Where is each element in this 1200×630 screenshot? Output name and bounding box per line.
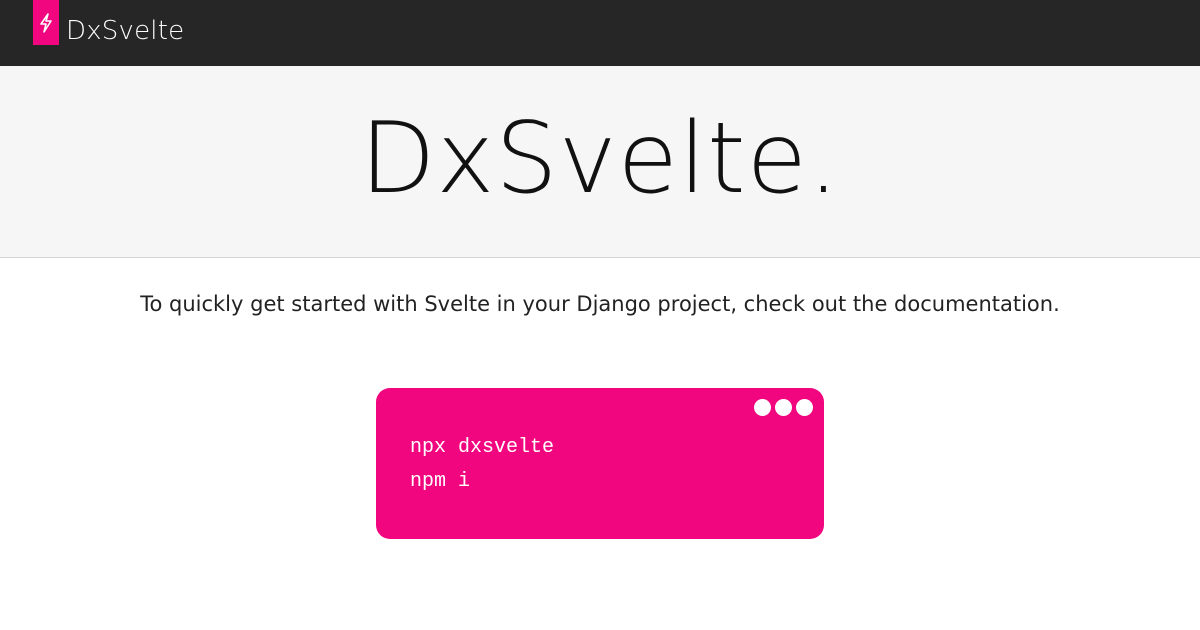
hero-banner: DxSvelte. [0,66,1200,258]
window-dot-icon [754,399,771,416]
window-controls [754,399,813,416]
intro-text: To quickly get started with Svelte in yo… [140,292,1060,316]
top-navbar: DxSvelte [0,0,1200,66]
window-dot-icon [796,399,813,416]
terminal-window: npx dxsvelte npm i [376,388,824,539]
command-list: npx dxsvelte npm i [410,435,554,503]
brand-name: DxSvelte [66,15,185,46]
hero-title: DxSvelte. [359,102,841,216]
brand-home-link[interactable]: DxSvelte [33,0,185,46]
window-dot-icon [775,399,792,416]
lightning-bolt-icon [33,0,59,45]
command-line: npm i [410,470,471,493]
command-line: npx dxsvelte [410,436,555,459]
